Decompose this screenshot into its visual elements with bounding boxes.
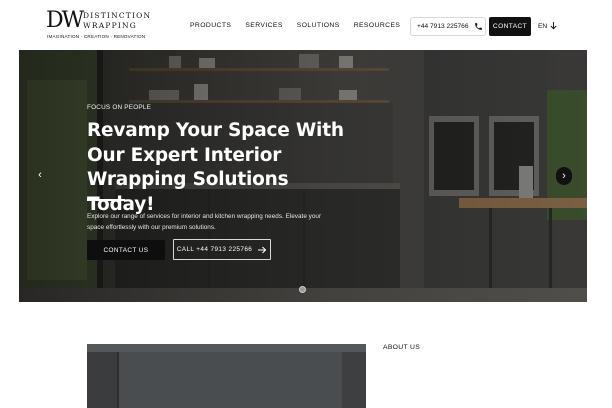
call-button-label: CALL +44 7913 225766 [176, 246, 253, 253]
prev-slide-button[interactable]: ‹ [33, 166, 47, 184]
logo-mark: DW [46, 8, 84, 33]
language-selector[interactable]: EN [538, 22, 557, 30]
nav-item-solutions[interactable]: SOLUTIONS [297, 22, 340, 29]
hero-title: Revamp Your Space With Our Expert Interi… [87, 120, 344, 215]
logo-name-line1: DISTINCTION [83, 11, 152, 20]
hero-divider [87, 199, 125, 201]
arrow-down-icon [550, 22, 557, 30]
hero-slider: FOCUS ON PEOPLE Revamp Your Space With O… [19, 50, 587, 302]
logo-tagline: IMAGINATION · CREATION · RENOVATION [47, 34, 146, 39]
about-image [87, 344, 366, 408]
hero-description: Explore our range of services for interi… [87, 213, 322, 231]
call-button[interactable]: CALL +44 7913 225766 [173, 239, 271, 260]
nav-item-products[interactable]: PRODUCTS [190, 22, 231, 29]
arrow-right-icon [258, 246, 267, 253]
nav-item-resources[interactable]: RESOURCES [354, 22, 401, 29]
logo-name-line2: WRAPPING [83, 20, 137, 30]
nav-item-services[interactable]: SERVICES [245, 22, 282, 29]
hero-eyebrow: FOCUS ON PEOPLE [87, 104, 152, 111]
header-contact-button[interactable]: CONTACT [489, 17, 531, 36]
brand-logo[interactable]: DW DISTINCTION WRAPPING IMAGINATION · CRE… [46, 8, 150, 43]
slider-pagination [299, 286, 306, 293]
logo-name: DISTINCTION WRAPPING [83, 11, 151, 30]
about-image-graphic [87, 344, 366, 408]
phone-number: +44 7913 225766 [417, 23, 469, 30]
about-us-heading: ABOUT US [383, 344, 421, 351]
phone-icon [474, 23, 482, 30]
language-label: EN [538, 22, 548, 30]
chevron-left-icon: ‹ [38, 169, 42, 181]
slider-dot-active[interactable] [299, 286, 306, 293]
chevron-right-icon: › [562, 170, 566, 182]
next-slide-button[interactable]: › [556, 167, 572, 185]
contact-us-button[interactable]: CONTACT US [87, 240, 165, 260]
phone-button[interactable]: +44 7913 225766 [410, 17, 486, 36]
site-header: DW DISTINCTION WRAPPING IMAGINATION · CRE… [0, 0, 612, 50]
main-nav: PRODUCTS SERVICES SOLUTIONS RESOURCES [190, 22, 400, 29]
